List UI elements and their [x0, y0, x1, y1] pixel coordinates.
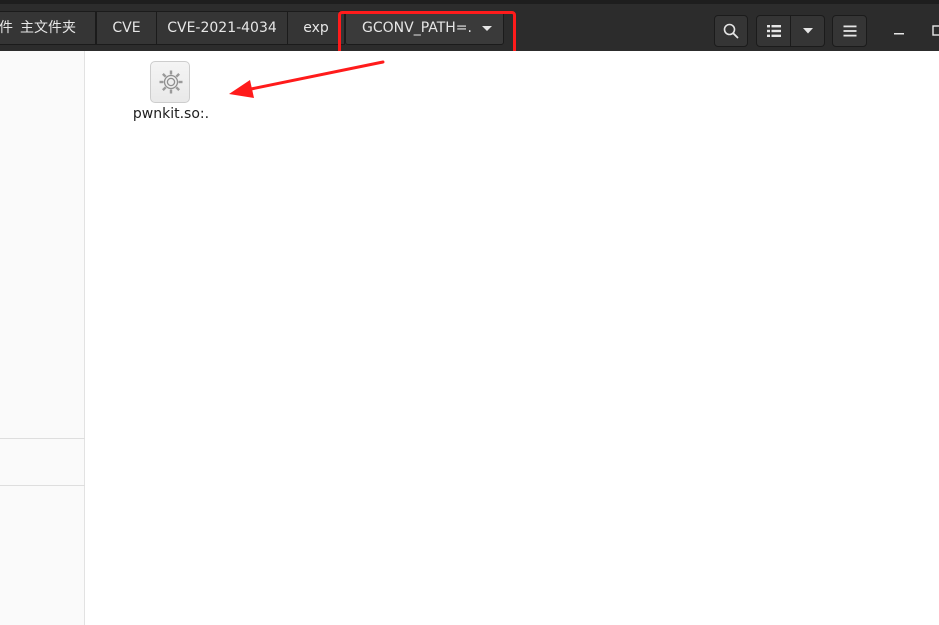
breadcrumb-home-label: 主文件夹	[20, 20, 76, 36]
view-options-button[interactable]	[791, 15, 825, 47]
hamburger-menu-icon	[843, 25, 856, 37]
breadcrumb-item-label: CVE-2021-4034	[167, 20, 277, 36]
header-bar: 件 主文件夹 CVE CVE-2021-4034 exp GCONV_PATH=…	[0, 0, 939, 56]
breadcrumb-home[interactable]: 件 主文件夹	[0, 11, 96, 45]
search-icon	[723, 23, 739, 39]
maximize-icon	[932, 25, 939, 36]
menu-button[interactable]	[832, 15, 867, 47]
file-view: pwnkit.so:.	[86, 51, 939, 625]
file-name: pwnkit.so:.	[132, 106, 210, 122]
breadcrumb-item-cve-2021-4034[interactable]: CVE-2021-4034	[156, 11, 288, 45]
breadcrumb-item-label: exp	[303, 20, 329, 36]
maximize-button[interactable]	[930, 22, 939, 36]
sidebar-separator	[0, 438, 85, 439]
breadcrumb-item-exp[interactable]: exp	[287, 11, 345, 45]
chevron-down-icon	[802, 28, 813, 34]
view-list-button[interactable]	[756, 15, 791, 47]
breadcrumb-fragment: 件	[0, 20, 13, 36]
breadcrumb-item-cve[interactable]: CVE	[96, 11, 157, 45]
list-view-icon	[766, 25, 781, 37]
breadcrumb-item-label: CVE	[112, 20, 141, 36]
search-button[interactable]	[714, 15, 748, 47]
gear-icon	[150, 61, 190, 103]
minimize-icon	[894, 33, 904, 35]
annotation-highlight-box	[338, 11, 516, 56]
minimize-button[interactable]	[892, 22, 906, 36]
file-manager-window: 件 主文件夹 CVE CVE-2021-4034 exp GCONV_PATH=…	[0, 0, 939, 625]
file-item[interactable]: pwnkit.so:.	[130, 59, 212, 129]
sidebar	[0, 51, 85, 625]
sidebar-separator	[0, 485, 85, 486]
